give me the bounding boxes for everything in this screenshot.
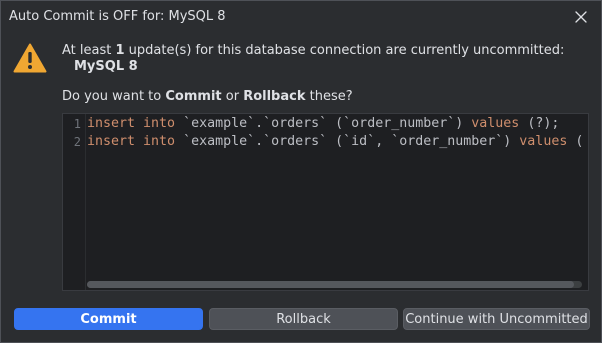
continue-uncommitted-button[interactable]: Continue with Uncommitted xyxy=(403,308,590,330)
message-prefix: At least xyxy=(62,43,116,58)
title-bar: Auto Commit is OFF for: MySQL 8 xyxy=(1,1,601,33)
sql-editor[interactable]: 1 2 insert into `example`.`orders` (`ord… xyxy=(62,113,589,291)
sql-keyword: values xyxy=(471,116,520,131)
line-number-gutter: 1 2 xyxy=(63,114,86,290)
sql-rest: (?); xyxy=(519,116,560,131)
horizontal-scrollbar[interactable] xyxy=(87,281,582,288)
update-count: 1 xyxy=(115,43,125,58)
commit-button[interactable]: Commit xyxy=(14,308,203,330)
message-suffix: update(s) for this database connection a… xyxy=(124,43,565,58)
auto-commit-dialog: Auto Commit is OFF for: MySQL 8 At least… xyxy=(0,0,602,343)
dialog-title: Auto Commit is OFF for: MySQL 8 xyxy=(9,9,226,24)
close-icon xyxy=(575,11,587,23)
line-number: 1 xyxy=(73,117,81,131)
sql-identifier: `example`.`orders` (`id`, `order_number`… xyxy=(175,134,520,149)
sql-rest: ( xyxy=(567,134,584,149)
close-button[interactable] xyxy=(569,5,593,29)
code-line: insert into `example`.`orders` (`order_n… xyxy=(87,116,559,131)
uncommitted-message: At least 1 update(s) for this database c… xyxy=(62,43,564,59)
question-middle: or xyxy=(221,89,244,104)
warning-icon xyxy=(13,43,47,73)
sql-keyword: insert into xyxy=(87,134,176,149)
code-line: insert into `example`.`orders` (`id`, `o… xyxy=(87,134,583,149)
question-commit-word: Commit xyxy=(165,89,222,104)
question-suffix: these? xyxy=(305,89,353,104)
scrollbar-thumb[interactable] xyxy=(87,281,574,288)
question-rollback-word: Rollback xyxy=(243,89,306,104)
commit-question: Do you want to Commit or Rollback these? xyxy=(62,89,353,104)
question-prefix: Do you want to xyxy=(62,89,166,104)
connection-name: MySQL 8 xyxy=(74,59,138,74)
line-number: 2 xyxy=(73,135,81,149)
rollback-button[interactable]: Rollback xyxy=(209,308,398,330)
sql-identifier: `example`.`orders` (`order_number`) xyxy=(175,116,472,131)
sql-keyword: values xyxy=(519,134,568,149)
sql-keyword: insert into xyxy=(87,116,176,131)
